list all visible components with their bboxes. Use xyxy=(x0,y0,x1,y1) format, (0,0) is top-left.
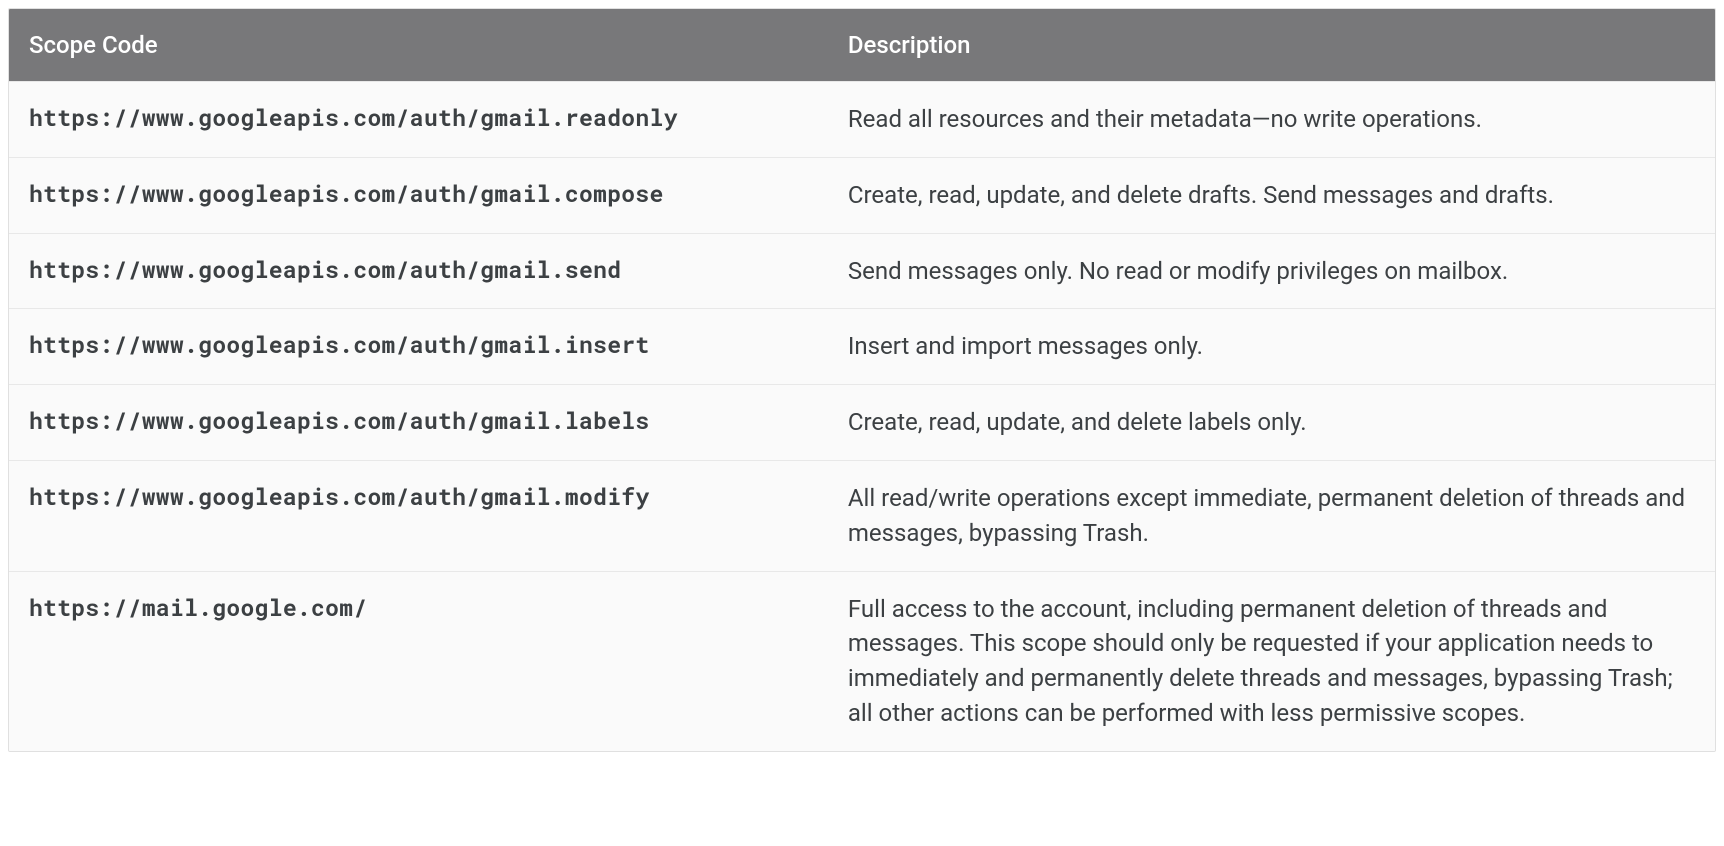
table-row: https://www.googleapis.com/auth/gmail.la… xyxy=(9,385,1715,461)
scope-code-cell: https://www.googleapis.com/auth/gmail.in… xyxy=(9,309,828,385)
description-cell: Create, read, update, and delete labels … xyxy=(828,385,1715,461)
table-row: https://mail.google.com/ Full access to … xyxy=(9,571,1715,751)
table-row: https://www.googleapis.com/auth/gmail.se… xyxy=(9,233,1715,309)
table-header: Scope Code Description xyxy=(9,9,1715,82)
table-row: https://www.googleapis.com/auth/gmail.re… xyxy=(9,82,1715,158)
scopes-table-wrapper: Scope Code Description https://www.googl… xyxy=(8,8,1716,752)
description-cell: All read/write operations except immedia… xyxy=(828,460,1715,571)
description-cell: Full access to the account, including pe… xyxy=(828,571,1715,751)
header-row: Scope Code Description xyxy=(9,9,1715,82)
description-cell: Read all resources and their metadata—no… xyxy=(828,82,1715,158)
scope-code-cell: https://www.googleapis.com/auth/gmail.co… xyxy=(9,157,828,233)
scope-code-cell: https://mail.google.com/ xyxy=(9,571,828,751)
table-row: https://www.googleapis.com/auth/gmail.mo… xyxy=(9,460,1715,571)
scopes-table: Scope Code Description https://www.googl… xyxy=(9,9,1715,751)
description-cell: Create, read, update, and delete drafts.… xyxy=(828,157,1715,233)
description-cell: Insert and import messages only. xyxy=(828,309,1715,385)
header-description: Description xyxy=(828,9,1715,82)
scope-code-cell: https://www.googleapis.com/auth/gmail.la… xyxy=(9,385,828,461)
scope-code-cell: https://www.googleapis.com/auth/gmail.se… xyxy=(9,233,828,309)
description-cell: Send messages only. No read or modify pr… xyxy=(828,233,1715,309)
table-row: https://www.googleapis.com/auth/gmail.co… xyxy=(9,157,1715,233)
scope-code-cell: https://www.googleapis.com/auth/gmail.re… xyxy=(9,82,828,158)
scope-code-cell: https://www.googleapis.com/auth/gmail.mo… xyxy=(9,460,828,571)
table-row: https://www.googleapis.com/auth/gmail.in… xyxy=(9,309,1715,385)
header-scope-code: Scope Code xyxy=(9,9,828,82)
table-body: https://www.googleapis.com/auth/gmail.re… xyxy=(9,82,1715,751)
